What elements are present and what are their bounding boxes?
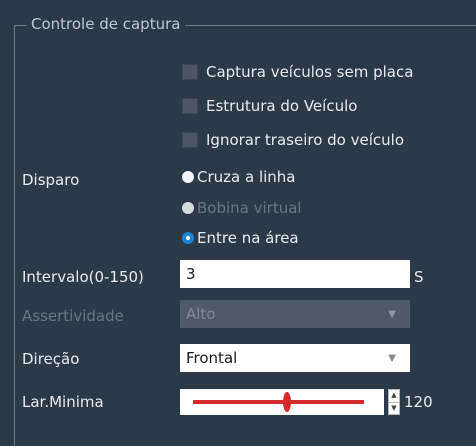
direction-value: Frontal [186, 349, 238, 367]
chevron-down-icon[interactable]: ▼ [388, 353, 396, 364]
checkbox-label: Captura veículos sem placa [206, 63, 414, 81]
direction-label: Direção [22, 350, 80, 368]
min-width-slider[interactable] [180, 389, 384, 415]
checkbox-box[interactable] [182, 64, 198, 80]
spin-down-icon[interactable]: ▼ [389, 401, 399, 415]
checkbox-ignore-rear[interactable]: Ignorar traseiro do veículo [182, 131, 404, 149]
min-width-spinner[interactable]: ▲ ▼ [388, 389, 400, 415]
interval-input[interactable]: 3 [180, 260, 410, 288]
checkbox-vehicle-structure[interactable]: Estrutura do Veículo [182, 97, 357, 115]
radio-enter-area[interactable]: Entre na área [182, 229, 299, 247]
radio-icon[interactable] [182, 171, 194, 183]
interval-label: Intervalo(0-150) [22, 268, 144, 286]
checkbox-box[interactable] [182, 98, 198, 114]
min-width-value: 120 [404, 393, 433, 411]
radio-virtual-coil: Bobina virtual [182, 199, 302, 217]
trigger-label: Disparo [22, 171, 80, 189]
radio-label: Entre na área [197, 229, 299, 247]
direction-select[interactable]: Frontal ▼ [180, 344, 410, 372]
checkbox-capture-no-plate[interactable]: Captura veículos sem placa [182, 63, 413, 81]
chevron-down-icon: ▼ [388, 308, 396, 320]
checkbox-label: Ignorar traseiro do veículo [206, 131, 404, 149]
radio-icon [182, 202, 194, 214]
confidence-value: Alto [186, 305, 216, 323]
radio-cross-line[interactable]: Cruza a linha [182, 168, 295, 186]
min-width-label: Lar.Minima [22, 393, 104, 411]
confidence-select: Alto ▼ [180, 300, 410, 328]
radio-label: Cruza a linha [197, 168, 296, 186]
group-title: Controle de captura [26, 15, 186, 33]
confidence-label: Assertividade [22, 307, 124, 325]
slider-thumb[interactable] [283, 392, 292, 412]
radio-label: Bobina virtual [197, 199, 302, 217]
radio-icon[interactable] [182, 232, 194, 244]
spin-up-icon[interactable]: ▲ [389, 390, 399, 402]
interval-unit: S [414, 268, 424, 286]
slider-track [193, 400, 364, 404]
checkbox-label: Estrutura do Veículo [206, 97, 358, 115]
checkbox-box[interactable] [182, 132, 198, 148]
